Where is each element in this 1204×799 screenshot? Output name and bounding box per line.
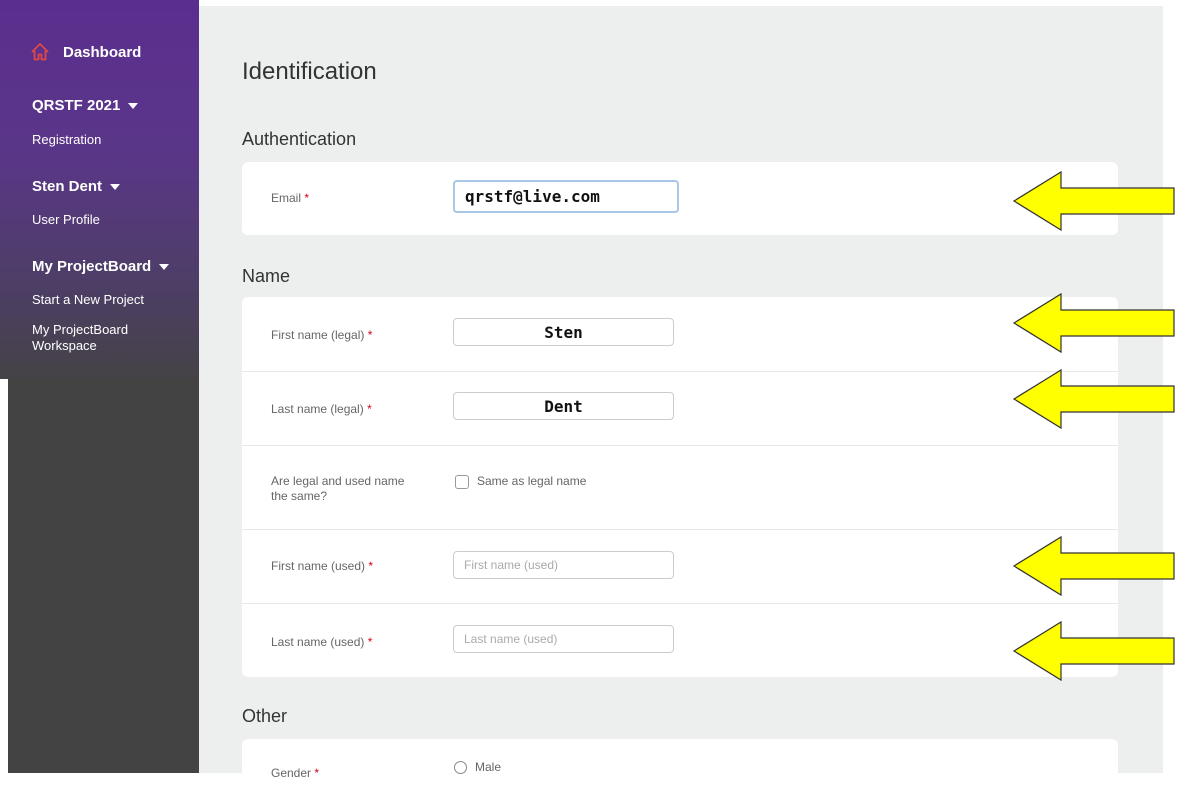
other-card: Gender * Male (242, 739, 1118, 799)
arrow-left-icon (1012, 535, 1175, 597)
sidebar-section-user[interactable]: Sten Dent (32, 178, 121, 195)
form-row: First name (used) * First name (used) (242, 529, 1118, 604)
caret-down-icon (128, 102, 139, 109)
arrow-left-icon (1012, 292, 1175, 354)
first-name-used-label: First name (used) * (271, 559, 374, 573)
arrow-left-icon (1012, 620, 1175, 682)
form-row: Last name (used) * Last name (used) (242, 603, 1118, 678)
email-field[interactable]: qrstf@live.com (453, 180, 679, 213)
section-title-other: Other (242, 706, 288, 726)
sidebar-item-label: Dashboard (63, 43, 142, 61)
last-name-legal-field[interactable]: Dent (453, 392, 674, 420)
last-name-legal-label: Last name (legal) * (271, 402, 372, 416)
caret-down-icon (110, 183, 121, 190)
form-row: Last name (legal) * Dent (242, 371, 1118, 446)
gender-label: Gender * (271, 766, 320, 780)
sidebar-item-new-project[interactable]: Start a New Project (32, 292, 144, 308)
gender-male-radio[interactable] (454, 761, 467, 774)
same-as-legal-checkbox[interactable] (455, 475, 469, 489)
arrow-left-icon (1012, 170, 1175, 232)
form-row: Are legal and used name the same? Same a… (242, 445, 1118, 530)
same-name-question-label: Are legal and used name the same? (271, 474, 405, 503)
sidebar-item-workspace[interactable]: My ProjectBoard Workspace (32, 322, 182, 354)
home-icon (31, 43, 49, 61)
section-title-authentication: Authentication (242, 129, 357, 149)
authentication-card: Email * qrstf@live.com (242, 162, 1118, 235)
sidebar-section-projectboard[interactable]: My ProjectBoard (32, 258, 170, 275)
first-name-legal-label: First name (legal) * (271, 328, 373, 342)
arrow-left-icon (1012, 368, 1175, 430)
first-name-used-field[interactable]: First name (used) (453, 551, 674, 579)
sidebar-section-qrstf[interactable]: QRSTF 2021 (32, 97, 139, 114)
sidebar-item-dashboard[interactable]: Dashboard (30, 42, 141, 62)
sidebar-item-registration[interactable]: Registration (32, 132, 101, 148)
sidebar-section-title: My ProjectBoard (32, 258, 152, 275)
page-title: Identification (242, 58, 377, 85)
sidebar-item-user-profile[interactable]: User Profile (32, 212, 100, 228)
last-name-used-field[interactable]: Last name (used) (453, 625, 674, 653)
first-name-legal-field[interactable]: Sten (453, 318, 674, 346)
gender-male-label[interactable]: Male (475, 760, 501, 774)
sidebar-lower-panel (8, 379, 199, 773)
sidebar-section-title: QRSTF 2021 (32, 97, 121, 114)
form-row: First name (legal) * Sten (242, 297, 1118, 371)
same-as-legal-label[interactable]: Same as legal name (477, 474, 586, 488)
section-title-name: Name (242, 266, 291, 286)
sidebar-section-title: Sten Dent (32, 178, 103, 195)
name-card: First name (legal) * Sten Last name (leg… (242, 297, 1118, 677)
caret-down-icon (159, 263, 170, 270)
email-label: Email * (271, 191, 310, 205)
last-name-used-label: Last name (used) * (271, 635, 373, 649)
